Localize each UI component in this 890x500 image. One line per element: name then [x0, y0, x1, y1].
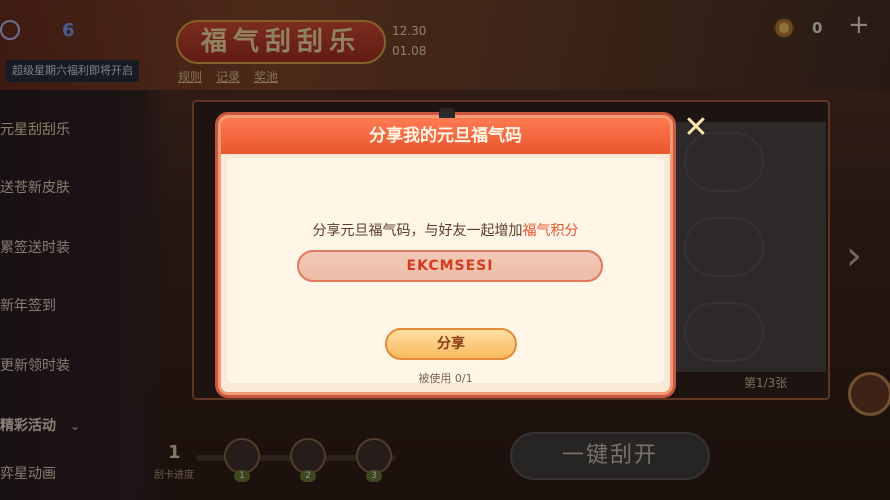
- description-highlight: 福气积分: [522, 223, 579, 239]
- blessing-code-field[interactable]: EKCMSESI: [297, 250, 603, 282]
- usage-count: 被使用 0/1: [418, 372, 473, 385]
- modal-title: 分享我的元旦福气码: [369, 126, 522, 146]
- share-code-modal: 分享我的元旦福气码 分享元旦福气码，与好友一起增加福气积分 EKCMSESI 分…: [218, 108, 673, 395]
- share-description: 分享元旦福气码，与好友一起增加福气积分: [227, 220, 664, 240]
- modal-knot-decoration: [439, 108, 455, 118]
- modal-body: 分享元旦福气码，与好友一起增加福气积分 EKCMSESI 分享 被使用 0/1: [227, 158, 664, 385]
- close-icon[interactable]: ✕: [680, 113, 712, 145]
- share-button[interactable]: 分享: [385, 328, 517, 360]
- description-text: 分享元旦福气码，与好友一起增加: [312, 223, 523, 239]
